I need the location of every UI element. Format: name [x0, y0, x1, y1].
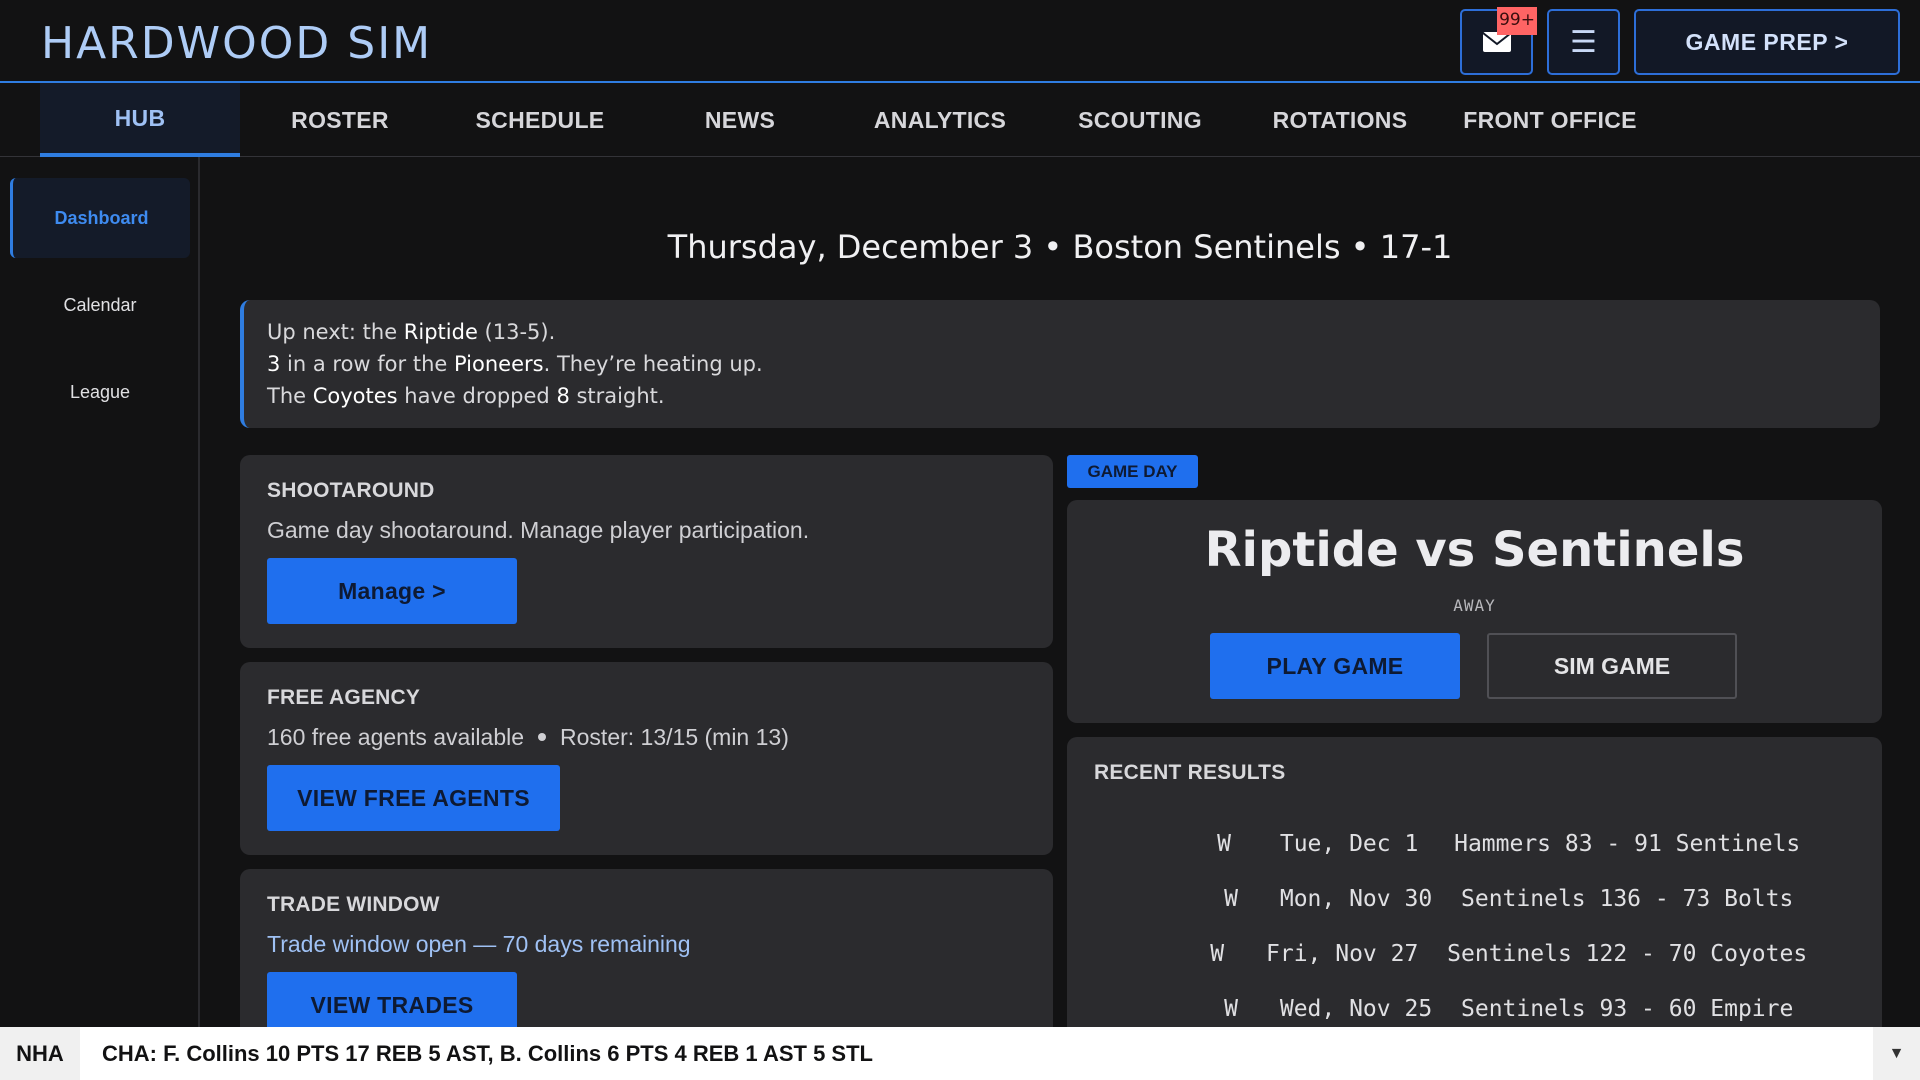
tab-news[interactable]: NEWS — [640, 83, 840, 157]
mail-button[interactable]: 99+ — [1460, 7, 1537, 75]
game-location: AWAY — [1453, 596, 1496, 615]
result-outcome: W — [1210, 941, 1225, 967]
manage-shootaround-button[interactable]: Manage > — [267, 558, 517, 624]
result-outcome: W — [1224, 996, 1238, 1022]
news-line-2: 3 in a row for the Pioneers. They’re hea… — [267, 352, 763, 376]
result-date: Tue, Dec 1 — [1279, 831, 1419, 857]
tab-schedule[interactable]: SCHEDULE — [440, 83, 640, 157]
matchup-title: Riptide vs Sentinels — [1204, 522, 1745, 578]
trade-window-title: TRADE WINDOW — [267, 893, 440, 916]
roster-count: Roster: 13/15 (min 13) — [560, 724, 789, 750]
tab-front-office[interactable]: FRONT OFFICE — [1440, 83, 1660, 157]
play-game-button[interactable]: PLAY GAME — [1210, 633, 1460, 699]
result-score: Sentinels 122 - 70 Coyotes — [1447, 941, 1808, 967]
result-date: Wed, Nov 25 — [1279, 996, 1433, 1022]
game-day-badge: GAME DAY — [1067, 455, 1198, 488]
sidebar-item-dashboard[interactable]: Dashboard — [10, 178, 190, 258]
recent-results-title: RECENT RESULTS — [1094, 761, 1286, 784]
tab-rotations[interactable]: ROTATIONS — [1240, 83, 1440, 157]
view-free-agents-button[interactable]: VIEW FREE AGENTS — [267, 765, 560, 831]
ticker-league[interactable]: NHA — [0, 1027, 80, 1080]
team-link-riptide: Riptide — [403, 320, 478, 344]
top-bar: HARDWOOD SIM 99+ ☰ GAME PREP > — [0, 0, 1920, 83]
mail-badge: 99+ — [1497, 7, 1537, 35]
result-outcome: W — [1217, 831, 1232, 857]
score-ticker: NHA CHA: F. Collins 10 PTS 17 REB 5 AST,… — [0, 1027, 1920, 1080]
result-date: Fri, Nov 27 — [1266, 941, 1419, 967]
news-summary: Up next: the Riptide (13-5). 3 in a row … — [240, 300, 1880, 428]
app-brand: HARDWOOD SIM — [41, 18, 433, 69]
result-date: Mon, Nov 30 — [1279, 886, 1433, 912]
sidebar-item-league[interactable]: League — [10, 352, 190, 432]
shootaround-text: Game day shootaround. Manage player part… — [267, 517, 810, 543]
ticker-collapse-icon[interactable]: ▼ — [1873, 1027, 1920, 1080]
hamburger-icon: ☰ — [1570, 25, 1597, 59]
recent-results-card: RECENT RESULTS W Tue, Dec 1 Hammers 83 - 9… — [1067, 737, 1882, 1067]
dot-separator — [538, 733, 547, 742]
tab-roster[interactable]: ROSTER — [240, 83, 440, 157]
game-prep-button[interactable]: GAME PREP > — [1634, 9, 1900, 75]
news-line-1: Up next: the Riptide (13-5). — [267, 320, 556, 344]
free-agency-title: FREE AGENCY — [267, 686, 421, 709]
result-score: Sentinels 136 - 73 Bolts — [1461, 886, 1794, 912]
tab-hub[interactable]: HUB — [40, 83, 240, 157]
shootaround-title: SHOOTAROUND — [267, 479, 435, 502]
menu-button[interactable]: ☰ — [1547, 9, 1620, 75]
news-line-3: The Coyotes have dropped 8 straight. — [267, 384, 665, 408]
team-link-coyotes: Coyotes — [312, 384, 398, 408]
sidebar: Dashboard Calendar League — [0, 157, 200, 1027]
trade-window-text: Trade window open — 70 days remaining — [267, 931, 691, 957]
free-agents-count: 160 free agents available — [267, 724, 525, 750]
shootaround-card: SHOOTAROUND Game day shootaround. Manage… — [240, 455, 1053, 648]
game-day-card: Riptide vs Sentinels AWAY PLAY GAME SIM … — [1067, 500, 1882, 723]
team-link-pioneers: Pioneers — [453, 352, 544, 376]
main-nav: HUB ROSTER SCHEDULE NEWS ANALYTICS SCOUT… — [0, 83, 1920, 157]
result-score: Hammers 83 - 91 Sentinels — [1454, 831, 1801, 857]
ticker-text: CHA: F. Collins 10 PTS 17 REB 5 AST, B. … — [102, 1040, 873, 1066]
page-title: Thursday, December 3 • Boston Sentinels … — [667, 228, 1453, 266]
free-agency-card: FREE AGENCY 160 free agents available Ros… — [240, 662, 1053, 855]
result-score: Sentinels 93 - 60 Empire — [1461, 996, 1794, 1022]
result-outcome: W — [1224, 886, 1238, 912]
sidebar-item-calendar[interactable]: Calendar — [10, 265, 190, 345]
free-agency-text: 160 free agents available Roster: 13/15 (… — [267, 724, 789, 751]
sim-game-button[interactable]: SIM GAME — [1487, 633, 1737, 699]
tab-scouting[interactable]: SCOUTING — [1040, 83, 1240, 157]
tab-analytics[interactable]: ANALYTICS — [840, 83, 1040, 157]
